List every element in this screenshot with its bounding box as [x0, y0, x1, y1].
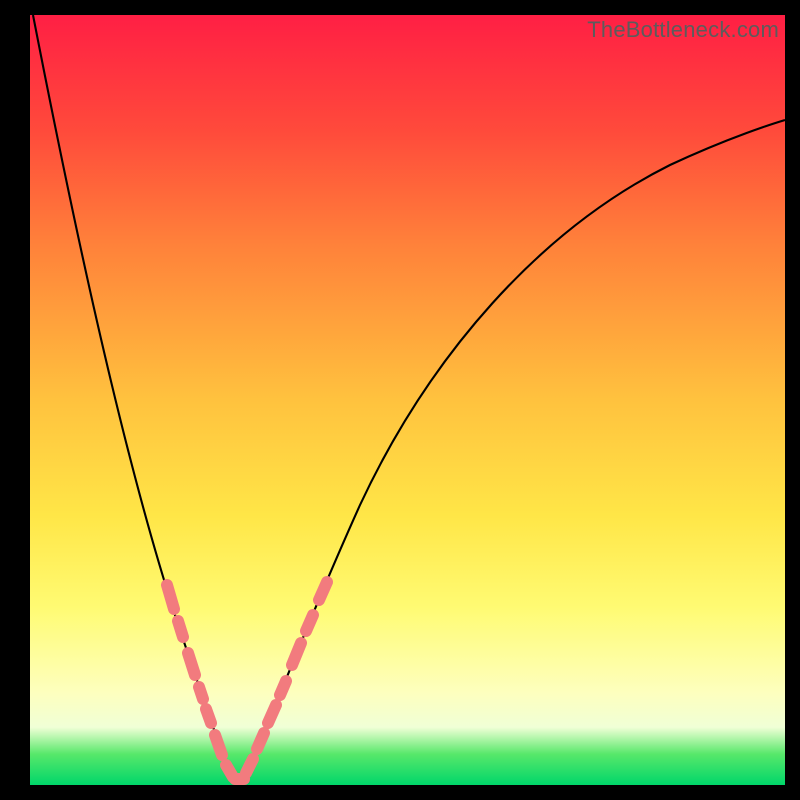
- highlight-beads: [167, 582, 327, 779]
- bead-left: [167, 585, 174, 609]
- bead-left: [199, 687, 203, 699]
- bead-left: [215, 735, 222, 755]
- bead-right: [306, 615, 313, 631]
- chart-plot-area: TheBottleneck.com: [30, 15, 785, 785]
- watermark-text: TheBottleneck.com: [587, 17, 779, 43]
- bead-left: [178, 621, 183, 637]
- bead-right: [280, 681, 286, 695]
- bead-right: [257, 733, 264, 749]
- bead-left: [188, 653, 195, 675]
- bead-right: [246, 759, 253, 773]
- curve-path: [33, 15, 785, 780]
- bead-right: [268, 705, 276, 723]
- bead-right: [292, 643, 301, 665]
- bottleneck-curve: [30, 15, 785, 785]
- bead-right: [319, 582, 327, 600]
- bead-left: [206, 709, 211, 723]
